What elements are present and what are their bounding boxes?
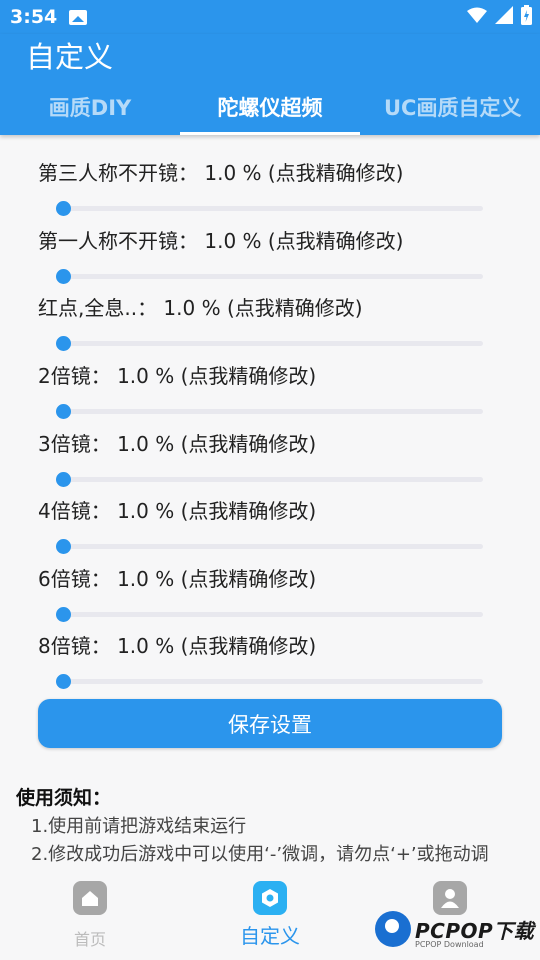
slider-track[interactable]: [56, 336, 483, 351]
setting-label[interactable]: 6倍镜： 1.0 % (点我精确修改): [38, 563, 316, 592]
slider-track[interactable]: [56, 607, 483, 622]
save-settings-button[interactable]: 保存设置: [38, 699, 502, 748]
nav-item-custom[interactable]: 自定义: [180, 868, 360, 960]
setting-row-red-dot: 红点,全息..： 1.0 % (点我精确修改): [0, 292, 540, 359]
setting-row-4x-scope: 4倍镜： 1.0 % (点我精确修改): [0, 495, 540, 562]
slider-track[interactable]: [56, 674, 483, 689]
watermark-logo: PCPOP下载 PCPOP Download: [375, 911, 540, 956]
slider-thumb[interactable]: [56, 472, 72, 487]
setting-label[interactable]: 3倍镜： 1.0 % (点我精确修改): [38, 428, 316, 457]
slider-track[interactable]: [56, 404, 483, 419]
home-icon: [73, 881, 107, 915]
tab-quality-diy[interactable]: 画质DIY: [0, 78, 180, 135]
setting-label[interactable]: 4倍镜： 1.0 % (点我精确修改): [38, 495, 316, 524]
image-notification-icon: [69, 10, 87, 25]
notice-title: 使用须知：: [16, 787, 112, 809]
watermark-p-icon: [375, 911, 411, 947]
battery-icon: [521, 5, 532, 25]
tab-indicator: [180, 132, 360, 135]
tab-gyro-overclock[interactable]: 陀螺仪超频: [180, 78, 360, 135]
signal-icon: [495, 6, 513, 24]
setting-label[interactable]: 2倍镜： 1.0 % (点我精确修改): [38, 360, 316, 389]
slider-track[interactable]: [56, 201, 483, 216]
setting-row-third-person: 第三人称不开镜： 1.0 % (点我精确修改): [0, 157, 540, 224]
setting-row-8x-scope: 8倍镜： 1.0 % (点我精确修改): [0, 630, 540, 697]
setting-row-3x-scope: 3倍镜： 1.0 % (点我精确修改): [0, 428, 540, 495]
status-icons: [467, 5, 532, 25]
status-bar: 3:54: [0, 0, 540, 34]
slider-thumb[interactable]: [56, 404, 72, 419]
setting-label[interactable]: 红点,全息..： 1.0 % (点我精确修改): [38, 292, 363, 321]
slider-thumb[interactable]: [56, 201, 72, 216]
setting-label[interactable]: 8倍镜： 1.0 % (点我精确修改): [38, 630, 316, 659]
custom-icon: [253, 881, 287, 915]
slider-thumb[interactable]: [56, 269, 72, 284]
notice-line: 1.使用前请把游戏结束运行: [31, 816, 247, 837]
nav-label-home: 首页: [73, 930, 106, 949]
setting-row-first-person: 第一人称不开镜： 1.0 % (点我精确修改): [0, 225, 540, 292]
setting-row-2x-scope: 2倍镜： 1.0 % (点我精确修改): [0, 360, 540, 427]
setting-label[interactable]: 第一人称不开镜： 1.0 % (点我精确修改): [38, 225, 404, 254]
slider-thumb[interactable]: [56, 336, 72, 351]
profile-icon: [433, 881, 467, 915]
setting-row-6x-scope: 6倍镜： 1.0 % (点我精确修改): [0, 563, 540, 630]
slider-track[interactable]: [56, 472, 483, 487]
slider-thumb[interactable]: [56, 674, 72, 689]
nav-item-home[interactable]: 首页: [0, 868, 180, 960]
wifi-icon: [467, 7, 487, 23]
status-time: 3:54: [10, 6, 58, 28]
tab-bar: 画质DIY 陀螺仪超频 UC画质自定义: [0, 78, 540, 135]
setting-label[interactable]: 第三人称不开镜： 1.0 % (点我精确修改): [38, 157, 404, 186]
watermark-subtext: PCPOP Download: [415, 940, 484, 949]
slider-thumb[interactable]: [56, 607, 72, 622]
slider-track[interactable]: [56, 539, 483, 554]
notice-line: 2.修改成功后游戏中可以使用‘-’微调，请勿点‘+’或拖动调: [31, 844, 489, 865]
tab-uc-quality-custom[interactable]: UC画质自定义: [360, 78, 540, 135]
slider-track[interactable]: [56, 269, 483, 284]
slider-thumb[interactable]: [56, 539, 72, 554]
app-header: 自定义 画质DIY 陀螺仪超频 UC画质自定义: [0, 34, 540, 135]
page-title: 自定义: [26, 40, 114, 74]
nav-label-custom: 自定义: [240, 924, 300, 948]
